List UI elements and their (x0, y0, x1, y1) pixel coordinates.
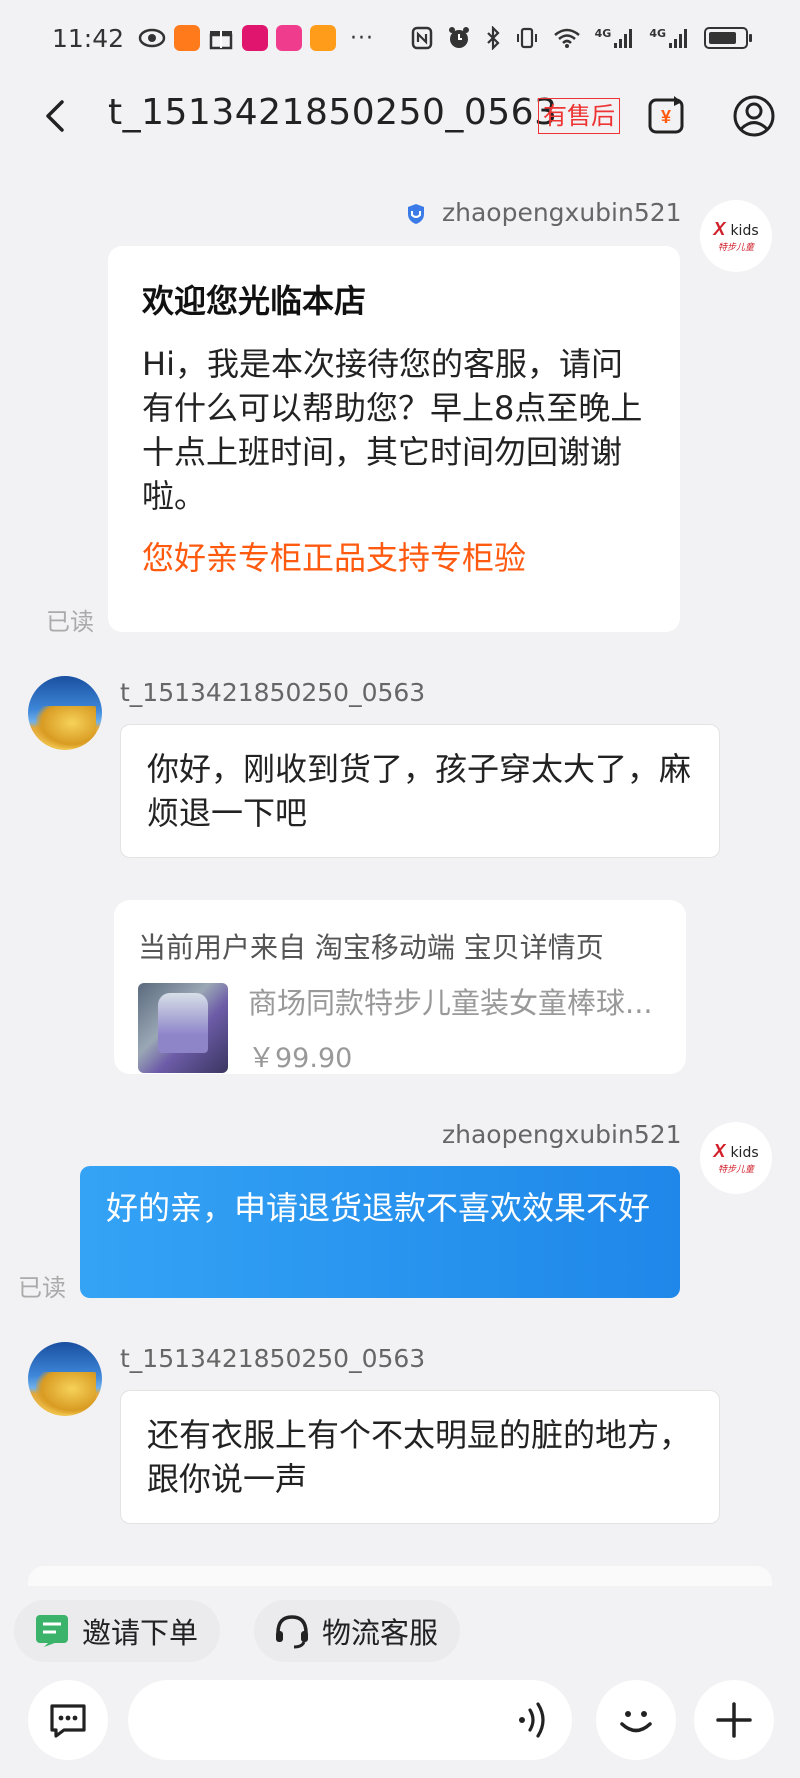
chat-header: t_1513421850250_0563 有售后 ¥ (0, 80, 800, 152)
logistics-service-button[interactable]: 物流客服 (254, 1600, 461, 1662)
product-card[interactable]: 当前用户来自 淘宝移动端 宝贝详情页 商场同款特步儿童装女童棒球... ￥99.… (114, 900, 686, 1074)
customer-sender-name-2: t_1513421850250_0563 (120, 1344, 426, 1373)
product-price: ￥99.90 (248, 1043, 353, 1074)
message-input[interactable] (128, 1680, 572, 1760)
shopping-app-icon (242, 25, 269, 51)
verified-seller-icon (408, 204, 424, 224)
shop-reply-text: 好的亲，申请退货退款不喜欢效果不好 (106, 1189, 651, 1227)
wifi-icon (553, 28, 580, 48)
bluetooth-icon (486, 26, 500, 50)
invite-order-label: 邀请下单 (82, 1616, 199, 1650)
shop-reply-message: 好的亲，申请退货退款不喜欢效果不好 (80, 1166, 680, 1298)
brand-row-2: X kids (713, 1141, 758, 1162)
status-bar: 11:42 ··· 4G 4G (0, 0, 800, 76)
invite-order-icon (36, 1615, 68, 1647)
product-row: 商场同款特步儿童装女童棒球... ￥99.90 (138, 980, 662, 1075)
vibrate-icon (516, 27, 537, 49)
partial-card (28, 1566, 772, 1586)
customer-avatar[interactable] (28, 676, 102, 750)
headset-icon (276, 1615, 308, 1649)
profile-icon[interactable] (732, 94, 776, 138)
brand-mark: X (713, 219, 726, 239)
invite-order-button[interactable]: 邀请下单 (14, 1600, 221, 1662)
logistics-service-label: 物流客服 (322, 1616, 439, 1650)
shop-sender-name: zhaopengxubin521 (442, 198, 682, 227)
authenticity-link[interactable]: 您好亲专柜正品支持专柜验 (142, 536, 646, 580)
welcome-body: Hi，我是本次接待您的客服，请问有什么可以帮助您？早上8点至晚上十点上班时间，其… (142, 345, 643, 515)
network-type-2: 4G (649, 27, 666, 40)
smiley-icon (620, 1711, 652, 1733)
more-actions-button[interactable] (694, 1680, 774, 1760)
brand-kids: kids (730, 223, 759, 239)
network-type-1: 4G (594, 27, 612, 40)
coupon-refresh-icon[interactable]: ¥ (644, 94, 688, 138)
customer-sender-name: t_1513421850250_0563 (120, 678, 426, 707)
brand-mark-2: X (713, 1141, 726, 1161)
customer-message-text-2: 还有衣服上有个不太明显的脏的地方，跟你说一声 (147, 1416, 692, 1498)
customer-message: 你好，刚收到货了，孩子穿太大了，麻烦退一下吧 (120, 724, 720, 858)
input-bar (0, 1676, 800, 1778)
signal-1-icon: 4G (595, 27, 636, 49)
read-receipt-2: 已读 (18, 1274, 66, 1302)
status-notifications: ··· (138, 25, 374, 51)
shop-avatar[interactable]: X kids 特步儿童 (700, 200, 772, 272)
chat-bubble-icon (50, 1704, 86, 1738)
shield-app-icon (174, 25, 201, 51)
product-info: 商场同款特步儿童装女童棒球... ￥99.90 (248, 980, 653, 1075)
svg-text:¥: ¥ (661, 107, 671, 127)
gift-icon (209, 31, 233, 50)
page-title: t_1513421850250_0563 (108, 92, 558, 133)
back-icon[interactable] (34, 94, 78, 138)
product-thumbnail (138, 982, 228, 1073)
status-time: 11:42 (52, 23, 125, 53)
more-notifications-icon: ··· (350, 25, 375, 51)
customer-message-text: 你好，刚收到货了，孩子穿太大了，麻烦退一下吧 (147, 750, 692, 832)
plus-icon (716, 1702, 752, 1738)
status-system-icons: 4G 4G (411, 26, 752, 50)
brand-row: X kids (713, 219, 758, 240)
after-sale-badge[interactable]: 有售后 (538, 98, 620, 134)
customer-avatar-2[interactable] (28, 1342, 102, 1416)
quick-reply-button[interactable] (28, 1680, 108, 1760)
signal-2-icon: 4G (649, 27, 690, 49)
nfc-icon (411, 26, 432, 50)
read-receipt: 已读 (46, 608, 94, 636)
voice-icon[interactable] (514, 1700, 552, 1740)
alarm-icon (448, 27, 469, 48)
shop-sender-name-2: zhaopengxubin521 (442, 1120, 682, 1149)
orange-app-icon (310, 25, 337, 51)
battery-fill (709, 32, 736, 44)
eye-icon (138, 28, 166, 48)
emoji-button[interactable] (596, 1680, 676, 1760)
product-source: 当前用户来自 淘宝移动端 宝贝详情页 (138, 931, 604, 964)
welcome-message: 欢迎您光临本店 Hi，我是本次接待您的客服，请问有什么可以帮助您？早上8点至晚上… (108, 246, 680, 632)
brand-kids-2: kids (730, 1145, 759, 1161)
product-name: 商场同款特步儿童装女童棒球... (248, 986, 653, 1020)
welcome-title: 欢迎您光临本店 (142, 282, 367, 320)
customer-message-2: 还有衣服上有个不太明显的脏的地方，跟你说一声 (120, 1390, 720, 1524)
shop-avatar-2[interactable]: X kids 特步儿童 (700, 1122, 772, 1194)
battery-icon (704, 27, 752, 49)
video-app-icon (276, 25, 303, 51)
brand-sub: 特步儿童 (717, 243, 754, 253)
brand-sub-2: 特步儿童 (717, 1165, 754, 1175)
